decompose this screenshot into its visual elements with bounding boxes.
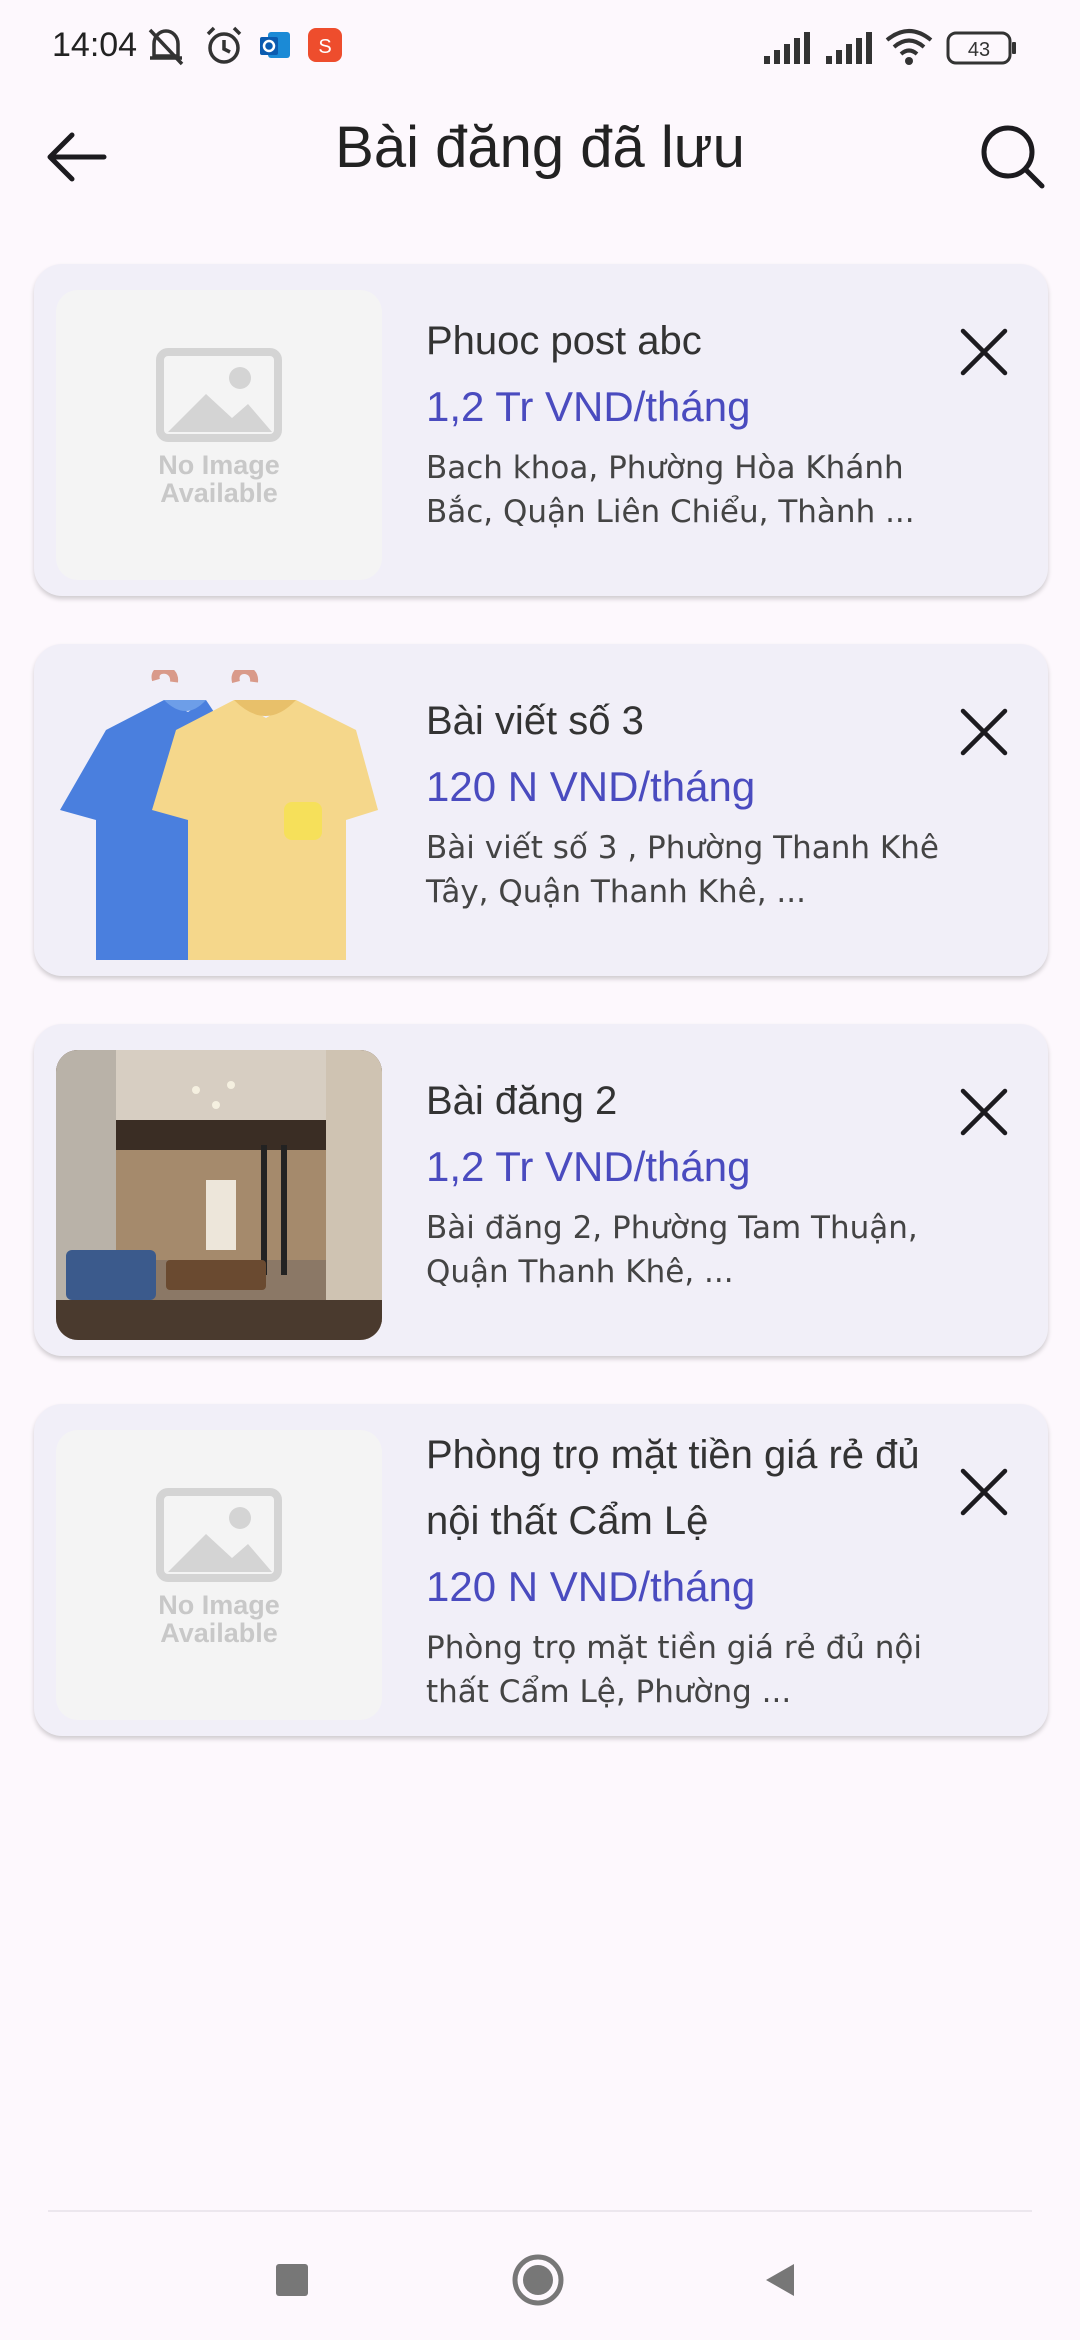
recents-button[interactable] bbox=[262, 2252, 322, 2312]
status-time: 14:04 bbox=[52, 26, 138, 64]
home-circle-icon bbox=[510, 2252, 566, 2312]
saved-post-card[interactable]: Bài viết số 3 120 N VND/tháng Bài viết s… bbox=[34, 644, 1048, 976]
no-image-placeholder: No Image Available bbox=[56, 290, 382, 580]
signal-icon bbox=[762, 30, 816, 70]
post-price: 120 N VND/tháng bbox=[426, 1563, 756, 1610]
outlook-icon bbox=[258, 28, 292, 66]
close-icon bbox=[959, 1467, 1009, 1521]
saved-post-card[interactable]: No Image Available Phòng trọ mặt tiền gi… bbox=[34, 1404, 1048, 1736]
post-price: 120 N VND/tháng bbox=[426, 763, 756, 810]
no-image-placeholder: No Image Available bbox=[56, 1430, 382, 1720]
post-title: Bài đăng 2 bbox=[426, 1079, 618, 1123]
saved-post-card[interactable]: Bài đăng 2 1,2 Tr VND/tháng Bài đăng 2, … bbox=[34, 1024, 1048, 1356]
system-nav-bar bbox=[0, 2212, 1080, 2340]
saved-posts-list: No Image Available Phuoc post abc 1,2 Tr… bbox=[34, 264, 1048, 1784]
tshirts-photo bbox=[56, 670, 382, 960]
placeholder-text: No Image bbox=[158, 1590, 280, 1620]
placeholder-text: No Image bbox=[158, 450, 280, 480]
post-price: 1,2 Tr VND/tháng bbox=[426, 1143, 751, 1190]
post-title: Phòng trọ mặt tiền giá rẻ đủ nội thất Cẩ… bbox=[426, 1433, 920, 1543]
remove-saved-button[interactable] bbox=[944, 314, 1024, 394]
remove-saved-button[interactable] bbox=[944, 694, 1024, 774]
remove-saved-button[interactable] bbox=[944, 1074, 1024, 1154]
post-price: 1,2 Tr VND/tháng bbox=[426, 383, 751, 430]
post-address: Bài viết số 3 , Phường Thanh Khê Tây, Qu… bbox=[426, 830, 939, 910]
svg-text:S: S bbox=[318, 36, 331, 58]
recents-square-icon bbox=[272, 2260, 312, 2304]
shopee-icon: S bbox=[306, 26, 344, 68]
loft-room-photo bbox=[56, 1050, 382, 1340]
post-address: Bach khoa, Phường Hòa Khánh Bắc, Quận Li… bbox=[426, 450, 915, 530]
muted-bell-icon bbox=[142, 22, 190, 74]
search-button[interactable] bbox=[968, 114, 1058, 204]
back-triangle-icon bbox=[760, 2260, 800, 2304]
alarm-icon bbox=[200, 22, 248, 74]
post-title: Bài viết số 3 bbox=[426, 699, 644, 743]
battery-level: 43 bbox=[968, 39, 990, 61]
back-nav-button[interactable] bbox=[750, 2252, 810, 2312]
close-icon bbox=[959, 327, 1009, 381]
search-icon bbox=[978, 122, 1048, 196]
home-button[interactable] bbox=[508, 2252, 568, 2312]
placeholder-text: Available bbox=[160, 478, 278, 508]
app-bar: Bài đăng đã lưu bbox=[0, 100, 1080, 204]
status-bar: 14:04 S 43 bbox=[0, 0, 1080, 96]
placeholder-text: Available bbox=[160, 1618, 278, 1648]
close-icon bbox=[959, 707, 1009, 761]
post-address: Bài đăng 2, Phường Tam Thuận, Quận Thanh… bbox=[426, 1210, 918, 1290]
page-title: Bài đăng đã lưu bbox=[335, 115, 745, 180]
post-title: Phuoc post abc bbox=[426, 319, 702, 363]
wifi-icon bbox=[884, 26, 934, 70]
close-icon bbox=[959, 1087, 1009, 1141]
signal-icon bbox=[824, 30, 878, 70]
remove-saved-button[interactable] bbox=[944, 1454, 1024, 1534]
post-address: Phòng trọ mặt tiền giá rẻ đủ nội thất Cẩ… bbox=[426, 1630, 922, 1710]
saved-post-card[interactable]: No Image Available Phuoc post abc 1,2 Tr… bbox=[34, 264, 1048, 596]
battery-icon: 43 bbox=[946, 30, 1018, 70]
